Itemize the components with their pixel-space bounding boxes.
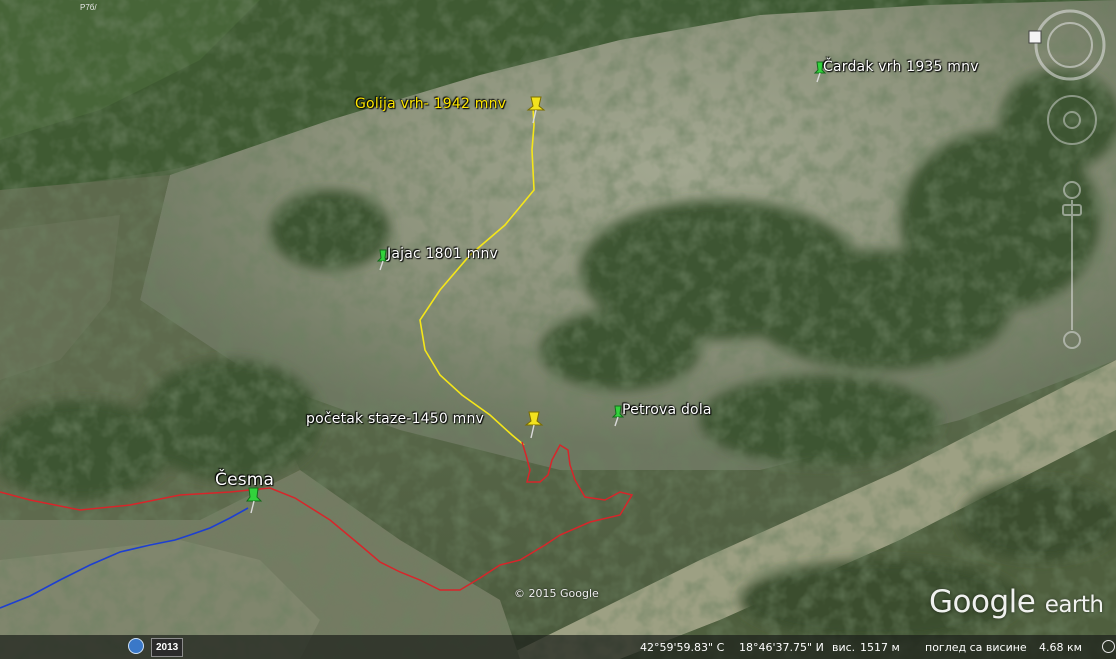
historical-imagery-icon[interactable] — [128, 638, 144, 654]
yellow-pushpin-icon[interactable] — [523, 410, 545, 440]
eye-altitude-value: 4.68 км — [1039, 641, 1082, 654]
north-button — [1028, 30, 1042, 44]
eye-altitude-label: поглед са висине — [925, 641, 1027, 654]
copyright-notice: © 2015 Google — [514, 587, 599, 600]
placemark-cardak-label[interactable]: Čardak vrh 1935 mnv — [823, 59, 979, 75]
elevation-label: вис. — [832, 641, 856, 654]
google-earth-logo: Google earth — [929, 584, 1104, 620]
placemark-petrova-label[interactable]: Petrova dola — [622, 402, 712, 418]
road-label: P7б/ — [80, 3, 97, 12]
terrain-map[interactable] — [0, 0, 1116, 659]
longitude-readout: 18°46'37.75" И — [739, 641, 824, 654]
streaming-indicator-icon — [1102, 640, 1115, 653]
placemark-cesma-label[interactable]: Česma — [215, 470, 274, 490]
latitude-readout: 42°59'59.83" С — [640, 641, 725, 654]
placemark-golija-label[interactable]: Golija vrh- 1942 mnv — [355, 96, 506, 112]
placemark-pocetak-label[interactable]: početak staze-1450 mnv — [306, 411, 484, 427]
elevation-value: 1517 м — [860, 641, 900, 654]
imagery-year-badge[interactable]: 2013 — [151, 638, 184, 657]
placemark-jajac-label[interactable]: Jajac 1801 mnv — [387, 246, 498, 262]
yellow-pushpin-icon[interactable] — [525, 95, 547, 125]
